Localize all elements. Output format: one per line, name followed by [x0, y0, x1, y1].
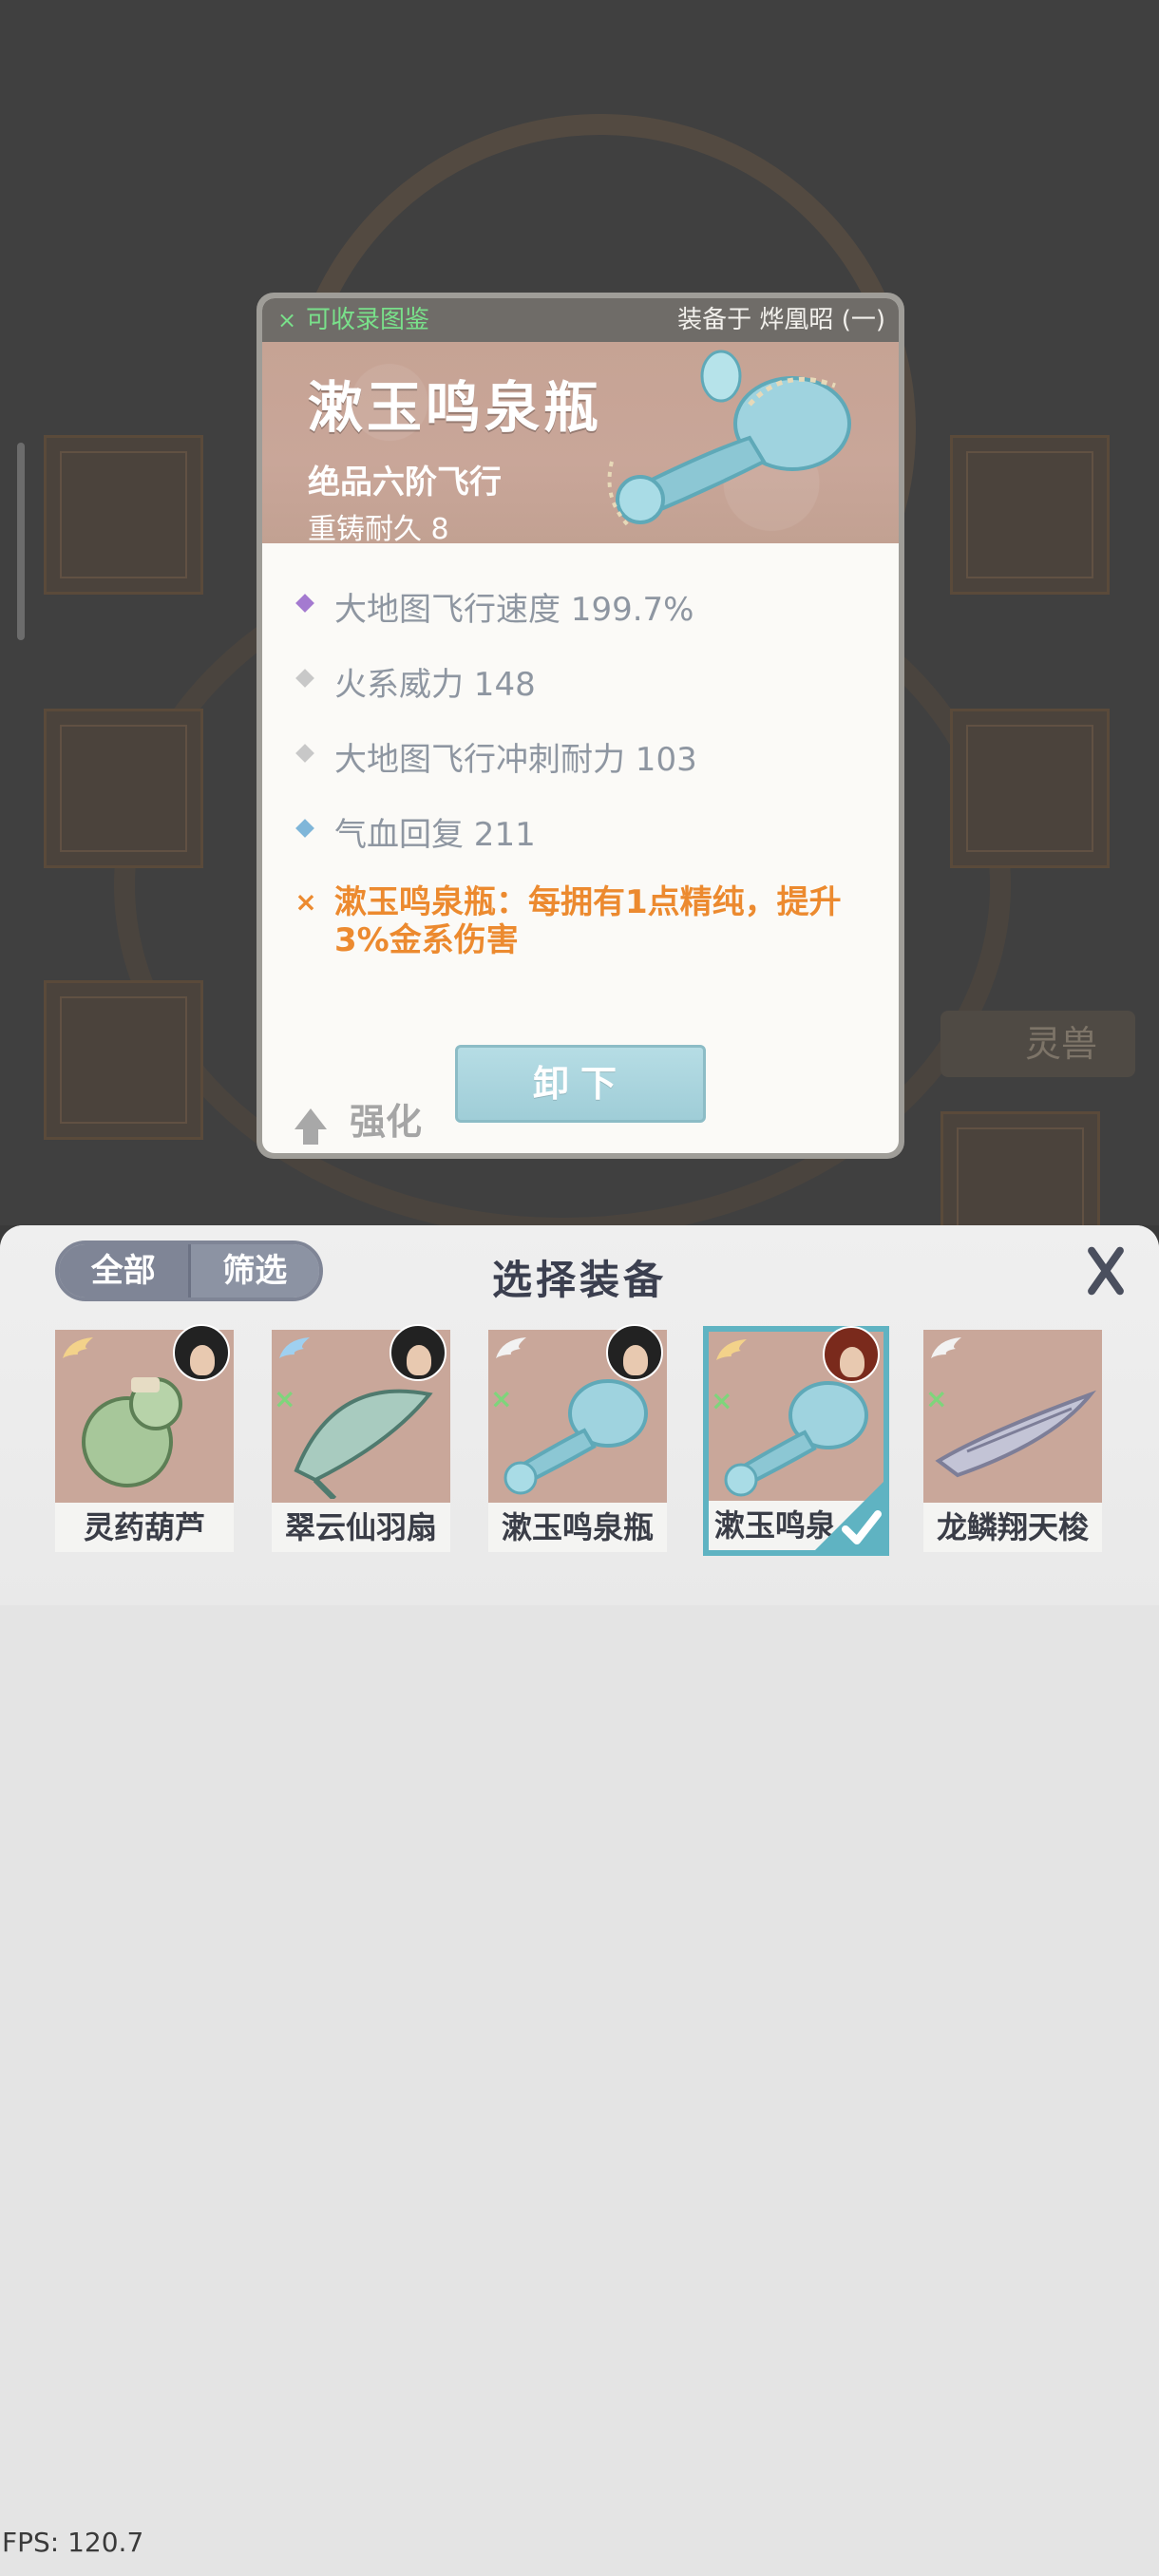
equipment-card-label: 翠云仙羽扇	[272, 1503, 450, 1552]
item-grade: 绝品六阶飞行	[308, 464, 502, 502]
feather-fan-image	[294, 1389, 433, 1499]
item-name: 漱玉鸣泉瓶	[308, 375, 603, 440]
stat-row: 气血回复 211	[291, 808, 870, 855]
fps-counter: FPS: 120.7	[2, 2527, 144, 2558]
equip-slot[interactable]	[950, 435, 1110, 595]
scrollbar[interactable]	[17, 443, 25, 640]
diamond-icon	[295, 819, 314, 838]
jade-bottle-image	[607, 350, 851, 530]
dragon-shuttle-image	[935, 1390, 1096, 1478]
gourd-image	[82, 1377, 182, 1487]
equipment-card-label: 漱玉鸣泉瓶	[488, 1503, 667, 1552]
diamond-icon	[295, 594, 314, 613]
close-icon[interactable]	[1081, 1246, 1130, 1296]
equipped-by-label: 装备于 烨凰昭 (一)	[677, 306, 885, 334]
collect-label: 可收录图鉴	[306, 306, 430, 334]
equipment-card[interactable]: ⨯ 漱玉鸣泉瓶	[488, 1324, 667, 1552]
stat-row: 火系威力 148	[291, 658, 870, 705]
equip-slot[interactable]	[44, 709, 203, 868]
equipment-card[interactable]: ⨯ 龙鳞翔天梭	[923, 1330, 1102, 1552]
equip-slot[interactable]	[940, 1111, 1100, 1225]
popup-header: ⨯ 可收录图鉴 装备于 烨凰昭 (一)	[262, 298, 899, 342]
upgrade-arrow-icon	[294, 1108, 327, 1145]
item-durability: 重铸耐久 8	[308, 513, 449, 543]
equipment-card[interactable]: ⨯ 翠云仙羽扇	[272, 1324, 450, 1552]
stat-row: 大地图飞行冲刺耐力 103	[291, 733, 870, 780]
collect-icon: ⨯	[276, 307, 297, 333]
special-effect-icon: ⨯	[294, 886, 317, 918]
equipment-list: 灵药葫芦 ⨯ 翠云仙羽扇 ⨯ 漱玉鸣泉瓶 ⨯ 漱玉鸣泉 ⨯ 龙鳞翔天梭	[55, 1324, 1110, 1577]
equipment-card[interactable]: 灵药葫芦	[55, 1324, 234, 1552]
diamond-icon	[295, 744, 314, 763]
special-effect: ⨯ 漱玉鸣泉瓶：每拥有1点精纯，提升3%金系伤害	[291, 883, 870, 959]
equipment-select-panel: 全部 筛选 选择装备 灵药葫芦 ⨯ 翠云仙羽扇 ⨯ 漱玉鸣泉瓶 ⨯ 漱玉鸣泉 ⨯…	[0, 1225, 1159, 2576]
stat-row: 大地图飞行速度 199.7%	[291, 583, 870, 630]
check-icon	[813, 1480, 885, 1552]
panel-title: 选择装备	[491, 1257, 667, 1303]
equip-slot[interactable]	[44, 980, 203, 1140]
equipment-card-selected[interactable]: ⨯ 漱玉鸣泉	[703, 1326, 889, 1556]
unequip-button[interactable]: 卸下	[455, 1045, 706, 1123]
equip-slot[interactable]	[950, 709, 1110, 868]
equipment-card-label: 龙鳞翔天梭	[923, 1503, 1102, 1552]
item-hero: 漱玉鸣泉瓶 绝品六阶飞行 重铸耐久 8 ☰	[262, 342, 899, 543]
diamond-icon	[295, 669, 314, 688]
spirit-beast-tab[interactable]: 灵兽	[940, 1011, 1135, 1077]
jade-bottle-image	[504, 1379, 648, 1495]
item-stats: 大地图飞行速度 199.7% 火系威力 148 大地图飞行冲刺耐力 103 气血…	[291, 583, 870, 988]
equipment-card-label: 灵药葫芦	[55, 1503, 234, 1552]
collectible-indicator: ⨯ 可收录图鉴	[274, 298, 429, 342]
strengthen-button[interactable]: 强化	[294, 1092, 422, 1145]
item-detail-popup: ⨯ 可收录图鉴 装备于 烨凰昭 (一) 漱玉鸣泉瓶 绝品六阶飞行 重铸耐久 8 …	[256, 293, 904, 1159]
equip-slot[interactable]	[44, 435, 203, 595]
